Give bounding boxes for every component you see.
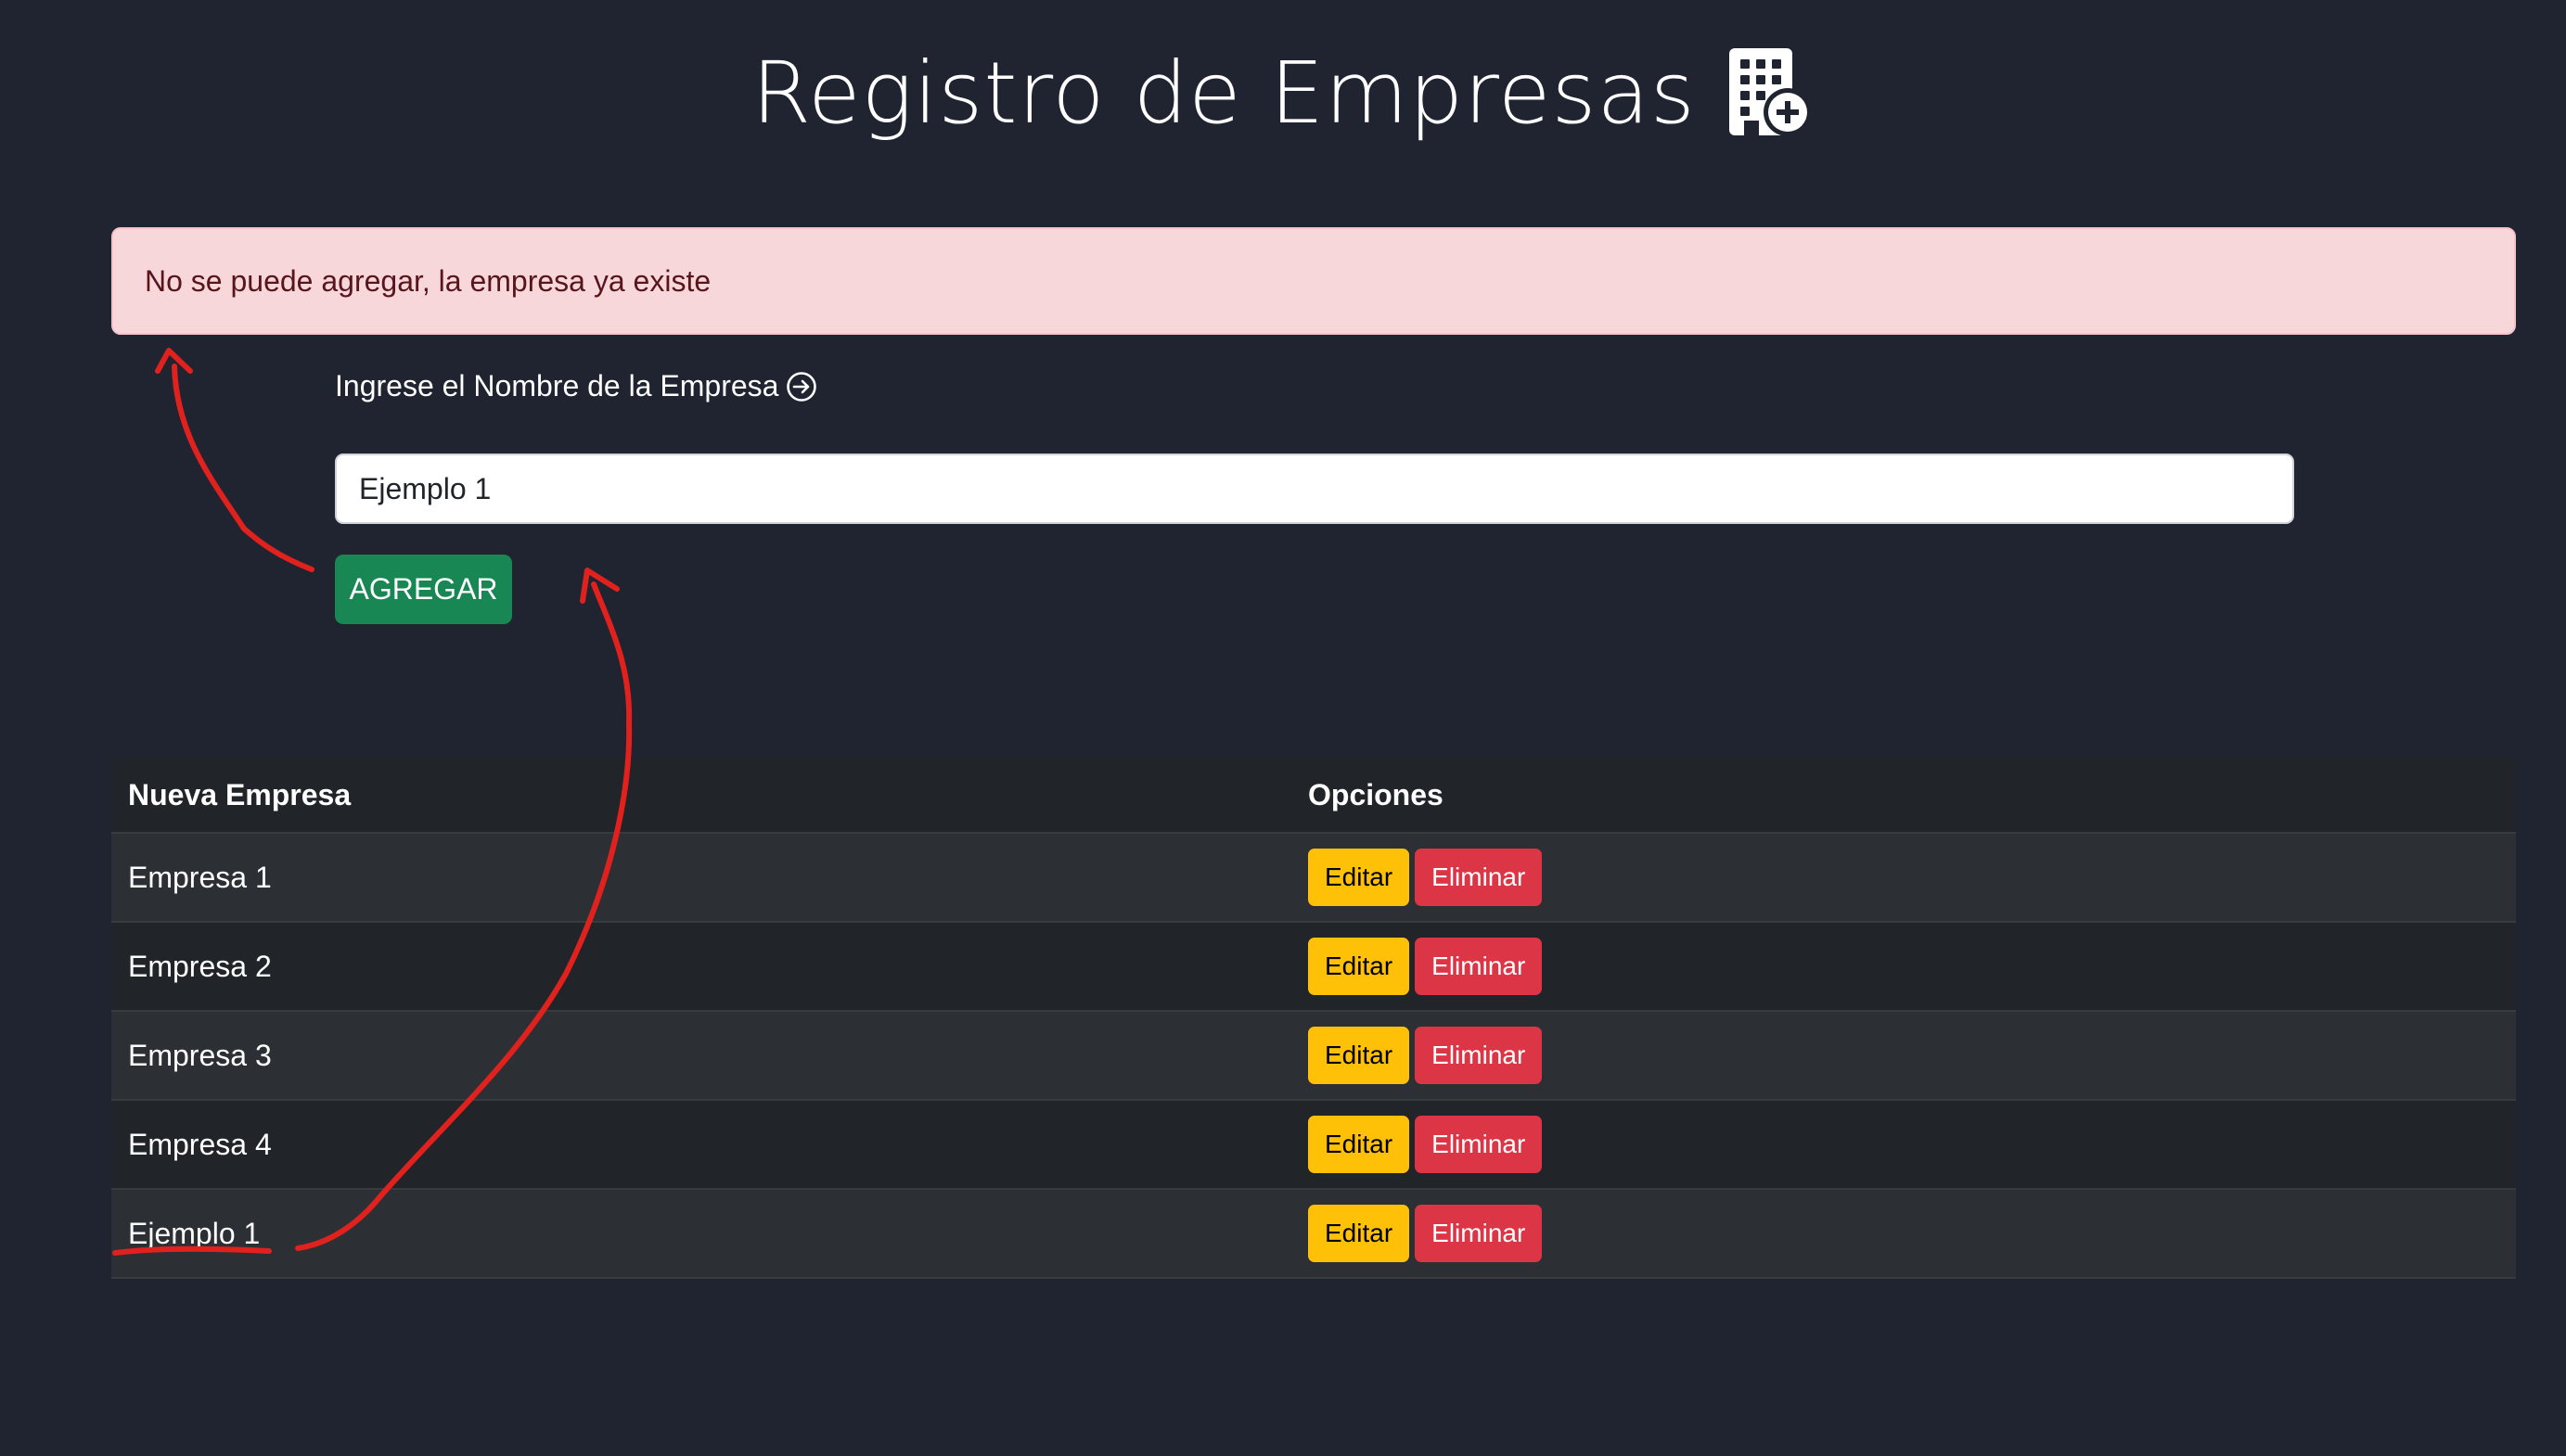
company-name-cell: Ejemplo 1 (111, 1189, 1291, 1279)
companies-table: Nueva Empresa Opciones Empresa 1 Editar E… (111, 758, 2516, 1279)
company-name-label: Ingrese el Nombre de la Empresa (335, 369, 817, 403)
table-row: Empresa 3 Editar Eliminar (111, 1011, 2516, 1101)
options-cell: Editar Eliminar (1291, 833, 2516, 923)
building-add-icon (1728, 48, 1812, 137)
company-name-label-text: Ingrese el Nombre de la Empresa (335, 369, 779, 402)
edit-button[interactable]: Editar (1308, 1027, 1410, 1084)
delete-button[interactable]: Eliminar (1415, 1116, 1543, 1173)
edit-button[interactable]: Editar (1308, 1205, 1410, 1262)
company-name-cell: Empresa 1 (111, 833, 1291, 923)
table-row: Empresa 4 Editar Eliminar (111, 1100, 2516, 1190)
company-name-cell: Empresa 3 (111, 1011, 1291, 1101)
table-row: Empresa 1 Editar Eliminar (111, 833, 2516, 923)
delete-button[interactable]: Eliminar (1415, 849, 1543, 906)
options-cell: Editar Eliminar (1291, 1100, 2516, 1190)
column-header-company: Nueva Empresa (111, 758, 1291, 834)
alert-message: No se puede agregar, la empresa ya exist… (145, 263, 712, 298)
delete-button[interactable]: Eliminar (1415, 1205, 1543, 1262)
delete-button[interactable]: Eliminar (1415, 938, 1543, 995)
options-cell: Editar Eliminar (1291, 1011, 2516, 1101)
header: Registro de Empresas (0, 28, 2566, 158)
annotation-arrowhead-alert (155, 348, 193, 374)
edit-button[interactable]: Editar (1308, 849, 1410, 906)
edit-button[interactable]: Editar (1308, 938, 1410, 995)
delete-button[interactable]: Eliminar (1415, 1027, 1543, 1084)
table-row: Ejemplo 1 Editar Eliminar (111, 1189, 2516, 1279)
error-alert: No se puede agregar, la empresa ya exist… (111, 227, 2516, 335)
annotation-arrow-to-alert (172, 364, 314, 572)
company-name-input[interactable] (335, 453, 2294, 524)
add-company-button[interactable]: AGREGAR (335, 555, 512, 624)
options-cell: Editar Eliminar (1291, 1189, 2516, 1279)
company-name-cell: Empresa 4 (111, 1100, 1291, 1190)
options-cell: Editar Eliminar (1291, 922, 2516, 1012)
column-header-options: Opciones (1291, 758, 2516, 834)
company-name-cell: Empresa 2 (111, 922, 1291, 1012)
edit-button[interactable]: Editar (1308, 1116, 1410, 1173)
arrow-right-circle-icon (787, 371, 817, 402)
table-row: Empresa 2 Editar Eliminar (111, 922, 2516, 1012)
table-header-row: Nueva Empresa Opciones (111, 758, 2516, 834)
page-title: Registro de Empresas (751, 43, 1696, 143)
annotation-arrowhead-input (580, 568, 620, 604)
